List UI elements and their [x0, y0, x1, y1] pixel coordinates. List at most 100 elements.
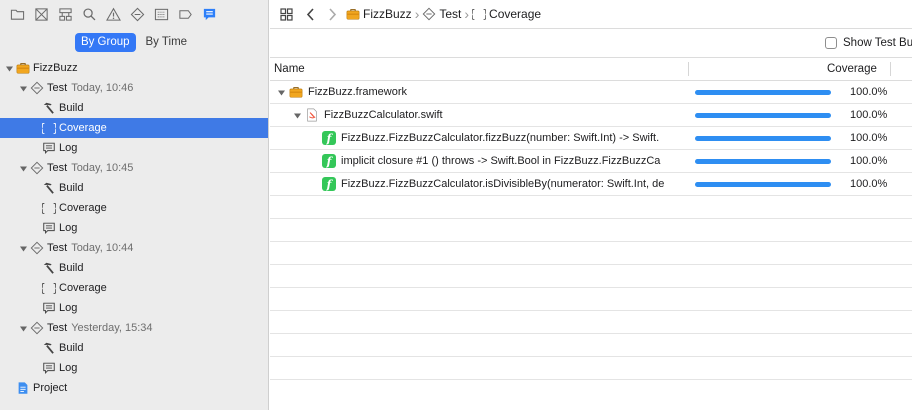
segment-by-time[interactable]: By Time: [140, 33, 194, 52]
coverage-bar: [695, 90, 831, 95]
tree-row[interactable]: Test Today, 10:45: [0, 158, 268, 178]
disclosure-triangle-icon[interactable]: [4, 63, 14, 73]
disclosure-triangle-icon[interactable]: [292, 110, 302, 120]
tree-row[interactable]: Log: [0, 298, 268, 318]
breadcrumb: FizzBuzz›Test›{ }Coverage: [346, 6, 541, 22]
tree-row[interactable]: Test Today, 10:46: [0, 78, 268, 98]
disclosure-triangle-icon[interactable]: [18, 323, 28, 333]
function-icon: f: [322, 177, 336, 191]
tree-row[interactable]: Build: [0, 338, 268, 358]
coverage-percent: 100.0%: [850, 86, 888, 98]
tree-row-label: Project: [33, 382, 68, 394]
back-arrow-icon[interactable]: [302, 6, 318, 22]
hammer-icon: [42, 341, 56, 355]
forward-arrow-icon[interactable]: [324, 6, 340, 22]
hammer-icon: [42, 181, 56, 195]
tree-row-label: Test: [47, 322, 68, 334]
coverage-row[interactable]: f FizzBuzz.FizzBuzzCalculator.fizzBuzz(nu…: [270, 127, 912, 150]
navigator-selector-bar: [0, 0, 268, 28]
show-test-checkbox[interactable]: [825, 37, 837, 49]
coverage-row[interactable]: f implicit closure #1 () throws -> Swift.…: [270, 150, 912, 173]
tree-row-label: Log: [59, 302, 78, 314]
disclosure-triangle-icon[interactable]: [18, 163, 28, 173]
chevron-right-icon: ›: [464, 6, 470, 22]
report-tree: FizzBuzzTestToday, 10:46Build{ }Coverage…: [0, 58, 268, 398]
tree-row-timestamp: Today, 10:46: [71, 82, 134, 94]
hierarchy-icon[interactable]: [54, 3, 76, 25]
grid-icon[interactable]: [278, 6, 294, 22]
swift-file-icon: [305, 108, 319, 122]
disclosure-triangle-icon[interactable]: [18, 243, 28, 253]
coverage-row-name-cell: FizzBuzz.framework: [276, 85, 682, 99]
tree-row[interactable]: Log: [0, 138, 268, 158]
tree-row[interactable]: Log: [0, 358, 268, 378]
tree-row-label: Coverage: [59, 282, 107, 294]
log-icon: [42, 221, 56, 235]
disclosure-triangle-icon[interactable]: [276, 87, 286, 97]
coverage-row-name: FizzBuzzCalculator.swift: [324, 109, 443, 121]
svg-text:{ }: { }: [42, 201, 56, 215]
tree-row[interactable]: Log: [0, 218, 268, 238]
tree-row-timestamp: Yesterday, 15:34: [71, 322, 153, 334]
breadcrumb-item[interactable]: { }Coverage: [472, 7, 541, 21]
tree-row[interactable]: { }Coverage: [0, 198, 268, 218]
search-icon[interactable]: [78, 3, 100, 25]
tree-row[interactable]: Test Yesterday, 15:34: [0, 318, 268, 338]
empty-row: [270, 196, 912, 219]
column-divider[interactable]: [688, 62, 689, 76]
column-header-name[interactable]: Name: [274, 63, 305, 75]
tree-row[interactable]: Build: [0, 98, 268, 118]
function-icon: f: [322, 131, 336, 145]
coverage-row-name: implicit closure #1 () throws -> Swift.B…: [341, 155, 661, 167]
column-header-coverage[interactable]: Coverage: [827, 63, 877, 75]
tree-row[interactable]: { }Coverage: [0, 278, 268, 298]
tree-row[interactable]: Build: [0, 258, 268, 278]
coverage-row-name-cell: f FizzBuzz.FizzBuzzCalculator.isDivisible…: [322, 177, 682, 191]
tree-row[interactable]: Build: [0, 178, 268, 198]
briefcase-icon: [289, 85, 303, 99]
navigator-sidebar: By Group By Time FizzBuzz Test Today, 10:4…: [0, 0, 269, 410]
tree-row-label: Coverage: [59, 122, 107, 134]
tree-row[interactable]: Test Today, 10:44: [0, 238, 268, 258]
tree-row-label: Build: [59, 342, 84, 354]
source-control-icon[interactable]: [30, 3, 52, 25]
tree-row[interactable]: FizzBuzz: [0, 58, 268, 78]
coverage-row[interactable]: f FizzBuzz.FizzBuzzCalculator.isDivisible…: [270, 173, 912, 196]
breadcrumb-label: FizzBuzz: [363, 7, 412, 21]
breadcrumb-label: Test: [439, 7, 462, 21]
column-divider[interactable]: [890, 62, 891, 76]
grouping-segmented-control: By Group By Time: [0, 28, 268, 56]
debug-list-icon[interactable]: [150, 3, 172, 25]
tree-row[interactable]: Project: [0, 378, 268, 398]
briefcase-icon: [346, 7, 360, 21]
tree-row-label: Build: [59, 102, 84, 114]
folder-icon[interactable]: [6, 3, 28, 25]
coverage-row[interactable]: FizzBuzz.framework 100.0%: [270, 81, 912, 104]
show-test-bundles-toggle[interactable]: Show Test Bu: [825, 37, 912, 49]
tree-row-label: Test: [47, 82, 68, 94]
coverage-row-name: FizzBuzz.FizzBuzzCalculator.fizzBuzz(num…: [341, 132, 660, 144]
coverage-row[interactable]: FizzBuzzCalculator.swift 100.0%: [270, 104, 912, 127]
disclosure-triangle-icon[interactable]: [18, 83, 28, 93]
braces-icon: { }: [472, 7, 486, 21]
segment-by-group[interactable]: By Group: [74, 32, 136, 52]
svg-text:{ }: { }: [42, 281, 56, 295]
coverage-percent: 100.0%: [850, 178, 888, 190]
tree-row[interactable]: { }Coverage: [0, 118, 268, 138]
breadcrumb-item[interactable]: Test: [422, 7, 461, 21]
test-diamond-icon: [30, 161, 44, 175]
table-header: Name Coverage: [270, 57, 912, 81]
breakpoint-icon[interactable]: [174, 3, 196, 25]
empty-row: [270, 242, 912, 265]
test-diamond-icon[interactable]: [126, 3, 148, 25]
svg-text:{ }: { }: [472, 7, 486, 21]
tree-row-label: Coverage: [59, 202, 107, 214]
warning-icon[interactable]: [102, 3, 124, 25]
tree-row-label: Log: [59, 222, 78, 234]
hammer-icon: [42, 261, 56, 275]
breadcrumb-item[interactable]: FizzBuzz: [346, 7, 412, 21]
report-icon[interactable]: [198, 3, 220, 25]
empty-row: [270, 288, 912, 311]
tree-row-label: Test: [47, 242, 68, 254]
